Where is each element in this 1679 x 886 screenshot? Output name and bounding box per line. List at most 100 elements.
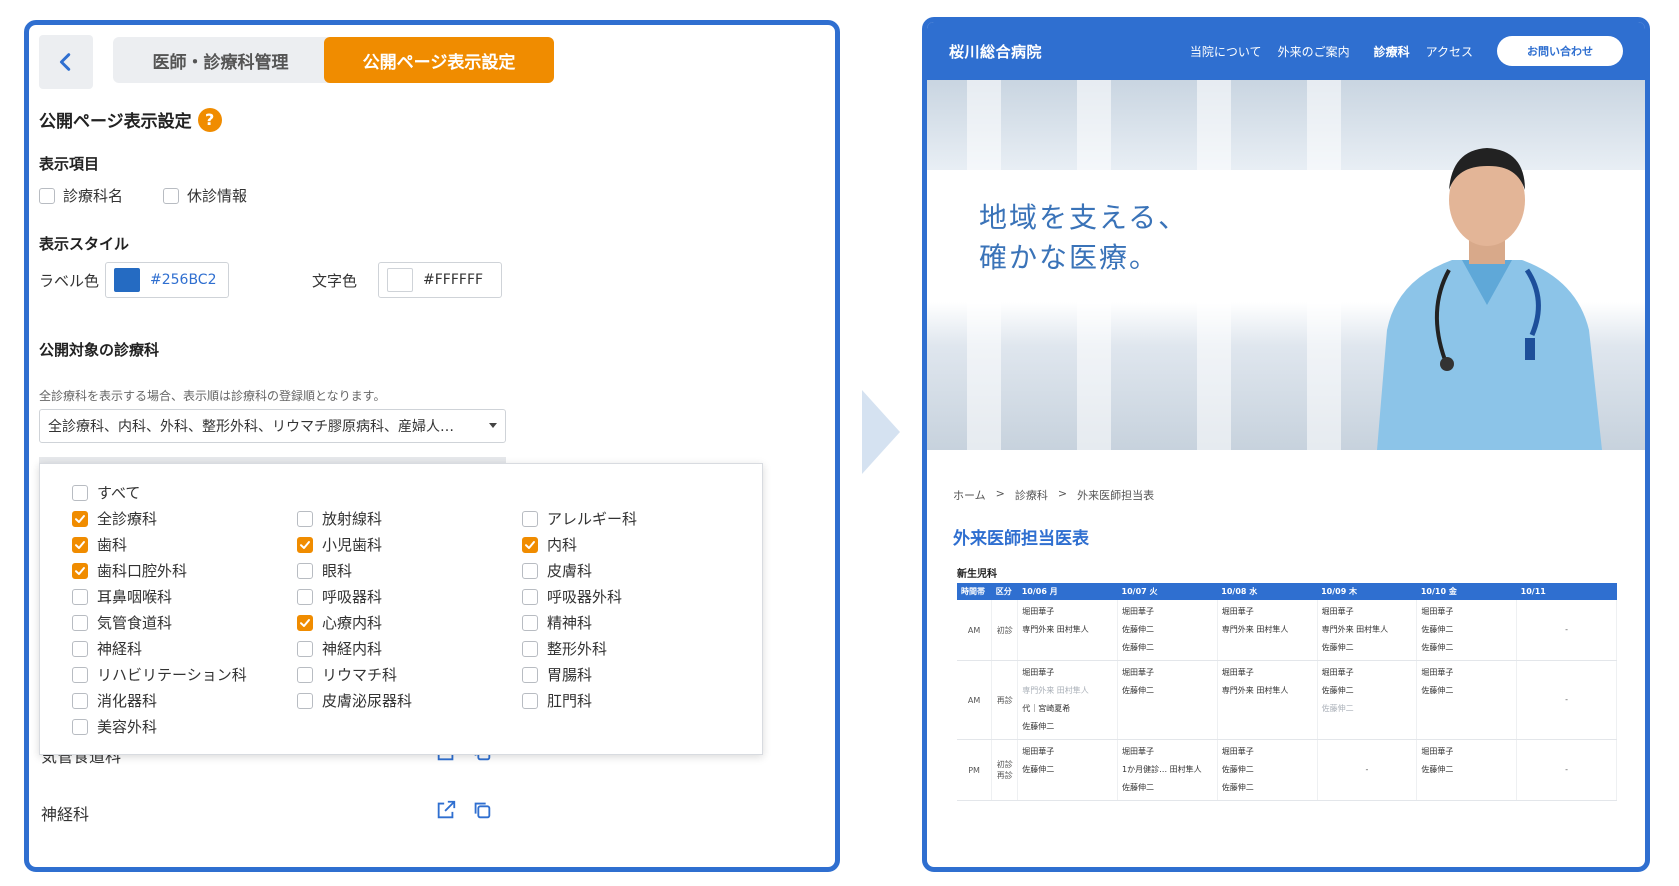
checkbox[interactable] [72,484,88,501]
dept-multiselect[interactable]: 全診療科、内科、外科、整形外科、リウマチ膠原病科、産婦人… [39,409,506,443]
dept-dropdown: すべて全診療科 放射線科 アレルギー科歯科 小児歯科 内科歯科口腔外科 眼科 皮膚科耳鼻咽喉… [39,463,763,755]
dept-option[interactable]: 整形外科 [522,638,607,659]
checkbox[interactable] [297,536,313,553]
checkbox[interactable] [297,614,313,631]
breadcrumb-sep: > [995,487,1005,500]
display-item-closure-info[interactable]: 休診情報 [163,185,247,206]
nav-outpatient[interactable]: 外来のご案内 [1278,43,1350,60]
text-color-swatch[interactable] [387,268,413,292]
schedule-header-cell: 10/10 金 [1416,583,1517,600]
nav-about[interactable]: 当院について [1190,43,1262,60]
dept-option-label: 全診療科 [97,510,158,528]
doctor-entry: 佐藤伸二 [1122,686,1155,695]
dept-option[interactable]: 眼科 [297,560,352,581]
doctor-entry: 堀田華子 [1221,747,1254,756]
checkbox[interactable] [72,510,88,527]
dept-option[interactable]: すべて [72,482,140,503]
tab-public-page-settings[interactable]: 公開ページ表示設定 [324,37,554,83]
back-button[interactable] [39,35,93,89]
dept-option[interactable]: 歯科 [72,534,127,555]
dept-option[interactable]: 皮膚泌尿器科 [297,690,412,711]
doctor-entry: 堀田華子 [1022,607,1055,616]
checkbox[interactable] [72,562,88,579]
dept-option[interactable]: 内科 [522,534,577,555]
external-link-icon[interactable] [435,799,457,821]
tab-clinic-management[interactable]: 医師・診療科管理 [113,37,328,83]
checkbox[interactable] [72,718,88,735]
checkbox[interactable] [297,588,313,605]
doctor-entry: 堀田華子 [1122,747,1155,756]
checkbox[interactable] [522,588,538,605]
contact-button[interactable]: お問い合わせ [1497,36,1623,66]
checkbox[interactable] [522,666,538,683]
dept-option[interactable]: リウマチ科 [297,664,397,685]
doctor-entry: 佐藤伸二 [1421,625,1454,634]
checkbox[interactable] [522,614,538,631]
dept-option[interactable]: 消化器科 [72,690,157,711]
dept-option[interactable]: アレルギー科 [522,508,637,529]
checkbox[interactable] [297,666,313,683]
dept-option[interactable]: 全診療科 [72,508,157,529]
checkbox[interactable] [72,536,88,553]
dept-option[interactable]: 気管食道科 [72,612,172,633]
target-dept-note: 全診療科を表示する場合、表示順は診療科の登録順となります。 [39,389,386,403]
dept-option[interactable]: 心療内科 [297,612,382,633]
doctor-entry: 1か月健診… 田村隼人 [1122,765,1202,774]
doctor-entry: 堀田華子 [1221,668,1254,677]
dept-option[interactable]: 耳鼻咽喉科 [72,586,172,607]
dept-option[interactable]: リハビリテーション科 [72,664,247,685]
checkbox[interactable] [297,562,313,579]
nav-access[interactable]: アクセス [1426,43,1473,60]
checkbox[interactable] [297,510,313,527]
breadcrumb-current: 外来医師担当表 [1077,489,1155,502]
nav-departments[interactable]: 診療科 [1374,43,1410,60]
dept-option[interactable]: 小児歯科 [297,534,382,555]
checkbox[interactable] [522,562,538,579]
checkbox[interactable] [522,510,538,527]
check-icon [525,540,535,549]
label-color-swatch[interactable] [114,268,140,292]
checkbox[interactable] [72,692,88,709]
site-logo[interactable]: 桜川総合病院 [949,41,1042,62]
schedule-cell: 堀田華子 佐藤伸二 佐藤伸二 [1317,660,1418,740]
dept-option[interactable]: 歯科口腔外科 [72,560,187,581]
label-color-field[interactable]: #256BC2 [105,262,229,298]
doctor-entry: 堀田華子 [1421,607,1454,616]
breadcrumb-departments[interactable]: 診療科 [1015,487,1048,503]
checkbox[interactable] [297,692,313,709]
checkbox[interactable] [39,187,55,204]
dept-option[interactable]: 精神科 [522,612,592,633]
schedule-cell: 堀田華子 専門外来 田村隼人 代｜宮崎夏希 佐藤伸二 [1017,660,1119,740]
checkbox[interactable] [72,640,88,657]
checkbox[interactable] [522,692,538,709]
doctor-entry: 佐藤伸二 [1421,643,1454,652]
schedule-cell: 堀田華子 1か月健診… 田村隼人 佐藤伸二 [1117,739,1218,801]
checkbox[interactable] [72,588,88,605]
checkbox[interactable] [297,640,313,657]
dept-option-label: 皮膚泌尿器科 [322,692,413,710]
checkbox[interactable] [522,640,538,657]
checkbox[interactable] [72,614,88,631]
dept-option[interactable]: 神経科 [72,638,142,659]
schedule-cell: 堀田華子 専門外来 田村隼人 [1217,600,1318,661]
breadcrumb-home[interactable]: ホーム [953,487,986,503]
copy-icon[interactable] [471,799,493,821]
help-icon[interactable]: ? [197,107,222,132]
dept-option[interactable]: 胃腸科 [522,664,592,685]
dept-option[interactable]: 皮膚科 [522,560,592,581]
text-color-field[interactable]: #FFFFFF [378,262,502,298]
checkbox[interactable] [522,536,538,553]
dept-option[interactable]: 呼吸器外科 [522,586,622,607]
checkbox[interactable] [72,666,88,683]
doctor-entry: 佐藤伸二 [1421,765,1454,774]
dept-option[interactable]: 放射線科 [297,508,382,529]
dept-option[interactable]: 肛門科 [522,690,592,711]
checkbox[interactable] [163,187,179,204]
dept-option[interactable]: 呼吸器科 [297,586,382,607]
dept-option-label: 心療内科 [322,614,383,632]
dept-option[interactable]: 美容外科 [72,716,157,737]
dept-option-label: すべて [97,484,141,502]
dept-option[interactable]: 神経内科 [297,638,382,659]
display-item-dept-name[interactable]: 診療科名 [39,185,123,206]
schedule-cell: - [1516,600,1617,661]
